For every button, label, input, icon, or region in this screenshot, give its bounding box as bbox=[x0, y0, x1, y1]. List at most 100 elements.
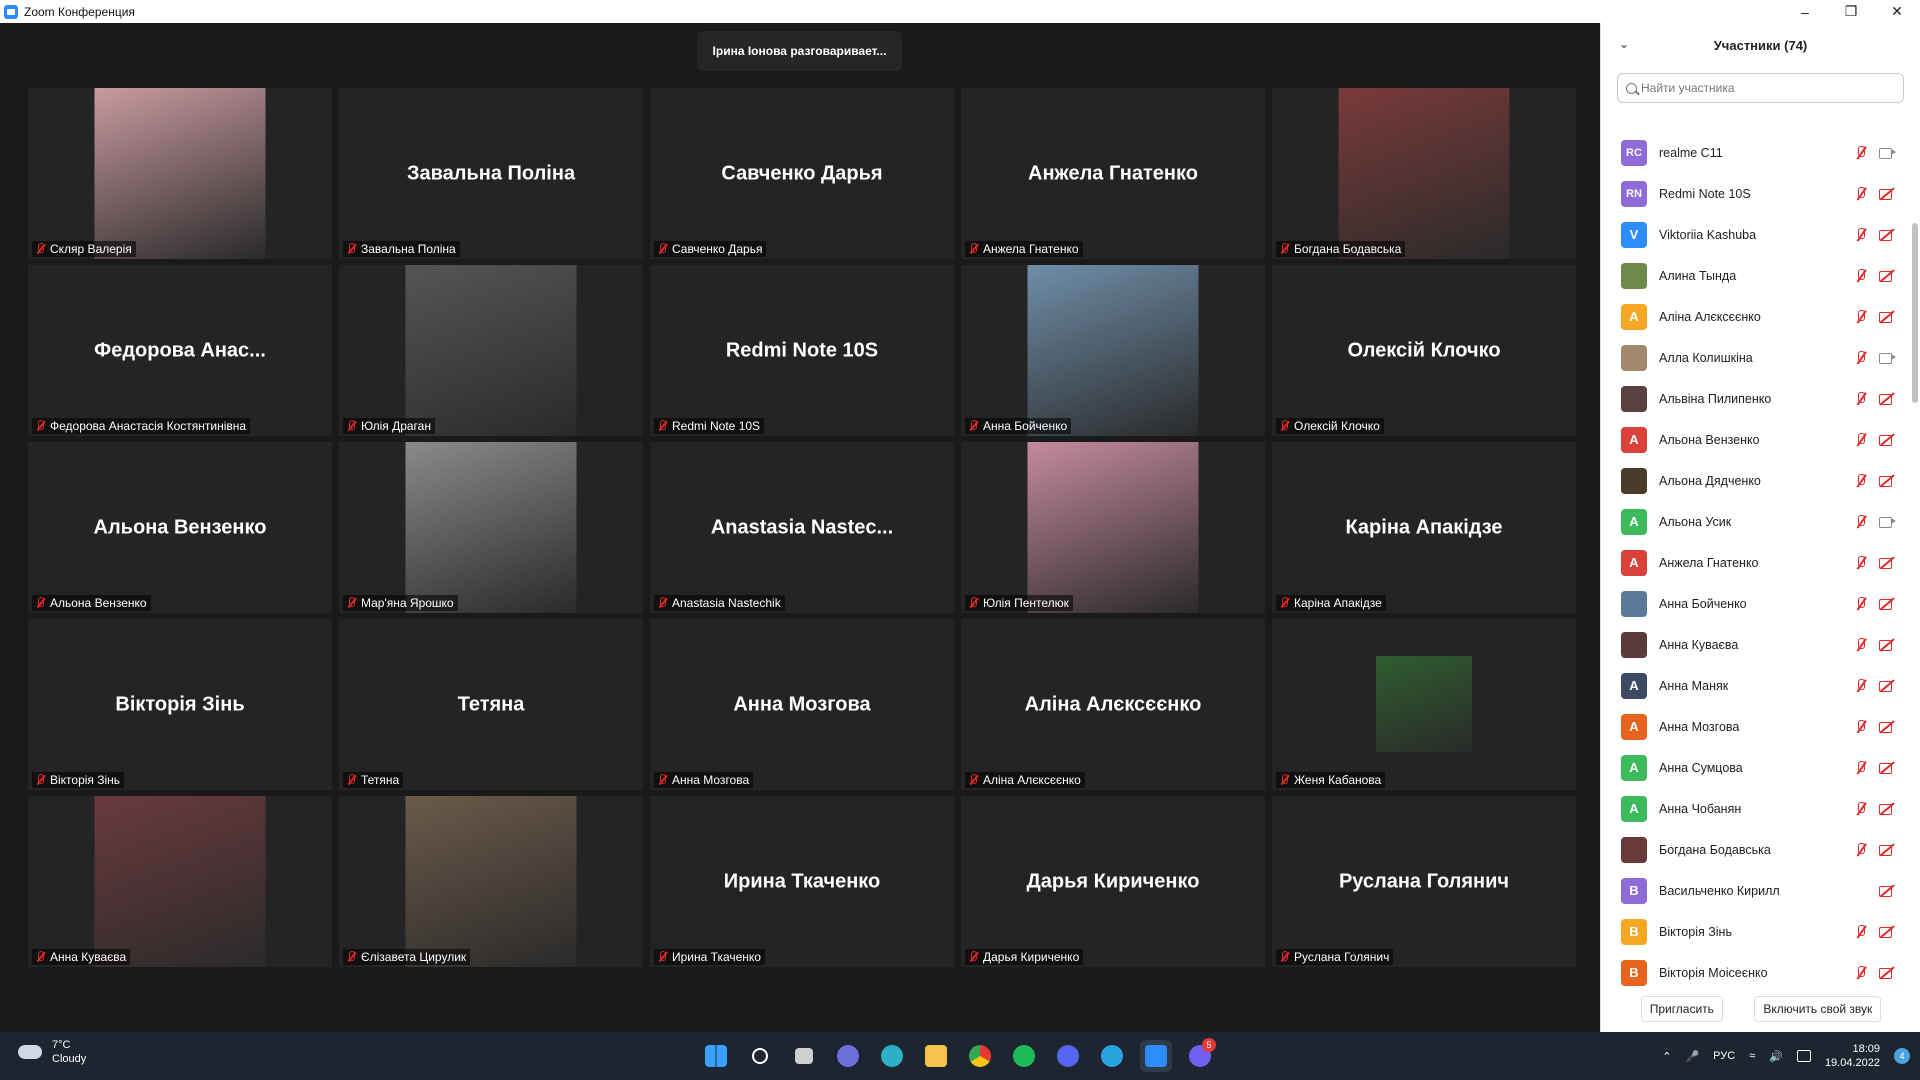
video-tile[interactable]: Завальна Поліна Завальна Поліна bbox=[339, 88, 643, 259]
video-tile[interactable]: Богдана Бодавська bbox=[1272, 88, 1576, 259]
video-tile[interactable]: Тетяна Тетяна bbox=[339, 619, 643, 790]
chrome-icon[interactable] bbox=[964, 1040, 996, 1072]
task-view-icon[interactable] bbox=[788, 1040, 820, 1072]
tile-name-label: Руслана Голянич bbox=[1276, 949, 1394, 965]
video-tile[interactable]: Ирина Ткаченко Ирина Ткаченко bbox=[650, 796, 954, 967]
panel-scrollbar[interactable] bbox=[1912, 223, 1918, 403]
microphone-icon[interactable]: 🎤 bbox=[1685, 1050, 1699, 1063]
video-tile[interactable]: Аліна Алєксєєнко Аліна Алєксєєнко bbox=[961, 619, 1265, 790]
chevron-down-icon[interactable]: ⌄ bbox=[1619, 37, 1629, 51]
participant-row[interactable]: А Анна Маняк bbox=[1601, 665, 1906, 706]
speaker-icon[interactable]: 🔊 bbox=[1769, 1050, 1783, 1063]
telegram-icon[interactable] bbox=[1096, 1040, 1128, 1072]
participant-row[interactable]: В Вікторія Зінь bbox=[1601, 911, 1906, 952]
video-tile[interactable]: Мар'яна Ярошко bbox=[339, 442, 643, 613]
weather-widget[interactable]: 7°C Cloudy bbox=[18, 1038, 86, 1066]
minimize-button[interactable]: – bbox=[1782, 0, 1828, 23]
tile-label-text: Анна Куваєва bbox=[50, 950, 127, 964]
tile-display-name: Ирина Ткаченко bbox=[723, 870, 881, 892]
participant-row[interactable]: RC realme C11 bbox=[1601, 132, 1906, 173]
participant-video bbox=[405, 265, 577, 436]
tile-label-text: Каріна Апакідзе bbox=[1294, 596, 1382, 610]
mic-muted-icon bbox=[1278, 597, 1290, 609]
participant-row[interactable]: А Альона Усик bbox=[1601, 501, 1906, 542]
mic-muted-icon bbox=[34, 597, 46, 609]
avatar: RN bbox=[1621, 180, 1647, 207]
chevron-up-icon[interactable]: ⌃ bbox=[1662, 1050, 1671, 1063]
mic-muted-icon bbox=[656, 597, 668, 609]
tile-label-text: Завальна Поліна bbox=[361, 242, 456, 256]
tile-display-name: Аліна Алєксєєнко bbox=[1024, 693, 1202, 715]
participant-row[interactable]: Анна Бойченко bbox=[1601, 583, 1906, 624]
participant-row[interactable]: А Анна Сумцова bbox=[1601, 747, 1906, 788]
video-tile[interactable]: Каріна Апакідзе Каріна Апакідзе bbox=[1272, 442, 1576, 613]
participant-row[interactable]: А Анна Чобанян bbox=[1601, 788, 1906, 829]
video-tile[interactable]: Дарья Кириченко Дарья Кириченко bbox=[961, 796, 1265, 967]
camera-off-icon bbox=[1878, 842, 1896, 857]
participant-search[interactable] bbox=[1617, 73, 1904, 103]
video-tile[interactable]: Юлія Пентелюк bbox=[961, 442, 1265, 613]
restore-button[interactable]: ❐ bbox=[1828, 0, 1874, 23]
participant-row[interactable]: А Альона Вензенко bbox=[1601, 419, 1906, 460]
video-tile[interactable]: Альона Вензенко Альона Вензенко bbox=[28, 442, 332, 613]
video-tile[interactable]: Анна Мозгова Анна Мозгова bbox=[650, 619, 954, 790]
participant-row[interactable]: А Анжела Гнатенко bbox=[1601, 542, 1906, 583]
viber-icon[interactable]: 5 bbox=[1184, 1038, 1216, 1072]
close-button[interactable]: ✕ bbox=[1874, 0, 1920, 23]
video-tile[interactable]: Скляр Валерія bbox=[28, 88, 332, 259]
participant-row[interactable]: Альвіна Пилипенко bbox=[1601, 378, 1906, 419]
clock[interactable]: 18:09 19.04.2022 bbox=[1825, 1042, 1880, 1070]
taskbar: 7°C Cloudy 5 ⌃ 🎤 РУС ≈ 🔊 18:09 19.04.202… bbox=[0, 1032, 1920, 1080]
mic-muted-icon bbox=[1854, 268, 1868, 283]
participant-row[interactable]: В Васильченко Кирилл bbox=[1601, 870, 1906, 911]
video-tile[interactable]: Женя Кабанова bbox=[1272, 619, 1576, 790]
participant-row[interactable]: V Viktoriia Kashuba bbox=[1601, 214, 1906, 255]
invite-button[interactable]: Пригласить bbox=[1640, 996, 1723, 1022]
video-tile[interactable]: Федорова Анас... Федорова Анастасія Костя… bbox=[28, 265, 332, 436]
start-button[interactable] bbox=[700, 1040, 732, 1072]
participant-name: Анна Мозгова bbox=[1659, 719, 1740, 734]
video-tile[interactable]: Савченко Дарья Савченко Дарья bbox=[650, 88, 954, 259]
video-tile[interactable]: Анжела Гнатенко Анжела Гнатенко bbox=[961, 88, 1265, 259]
tile-label-text: Анна Бойченко bbox=[983, 419, 1068, 433]
participant-row[interactable]: Алина Тында bbox=[1601, 255, 1906, 296]
video-tile[interactable]: Анна Бойченко bbox=[961, 265, 1265, 436]
search-icon[interactable] bbox=[744, 1040, 776, 1072]
participant-row[interactable]: Альона Дядченко bbox=[1601, 460, 1906, 501]
video-tile[interactable]: Юлія Драган bbox=[339, 265, 643, 436]
zoom-taskbar-icon[interactable] bbox=[1140, 1040, 1172, 1072]
participant-row[interactable]: Алла Колишкіна bbox=[1601, 337, 1906, 378]
tile-label-text: Богдана Бодавська bbox=[1294, 242, 1402, 256]
participant-row[interactable]: RN Redmi Note 10S bbox=[1601, 173, 1906, 214]
video-tile[interactable]: Олексій Клочко Олексій Клочко bbox=[1272, 265, 1576, 436]
video-tile[interactable]: Анна Куваєва bbox=[28, 796, 332, 967]
video-tile[interactable]: Єлізавета Цирулик bbox=[339, 796, 643, 967]
edge-icon[interactable] bbox=[876, 1040, 908, 1072]
file-explorer-icon[interactable] bbox=[920, 1040, 952, 1072]
tile-name-label: Олексій Клочко bbox=[1276, 418, 1384, 434]
notification-badge[interactable]: 4 bbox=[1894, 1048, 1910, 1064]
video-tile[interactable]: Anastasia Nastec... Anastasia Nastechik bbox=[650, 442, 954, 613]
participant-row[interactable]: Богдана Бодавська bbox=[1601, 829, 1906, 870]
avatar: А bbox=[1621, 713, 1647, 740]
video-tile[interactable]: Руслана Голянич Руслана Голянич bbox=[1272, 796, 1576, 967]
discord-icon[interactable] bbox=[1052, 1040, 1084, 1072]
battery-icon[interactable] bbox=[1796, 1050, 1811, 1062]
unmute-self-button[interactable]: Включить свой звук bbox=[1754, 996, 1882, 1022]
teams-chat-icon[interactable] bbox=[832, 1040, 864, 1072]
participant-row[interactable]: Анна Куваєва bbox=[1601, 624, 1906, 665]
participant-row[interactable]: А Аліна Алєксєєнко bbox=[1601, 296, 1906, 337]
mic-muted-icon bbox=[1278, 243, 1290, 255]
mic-muted-icon bbox=[345, 774, 357, 786]
language-indicator[interactable]: РУС bbox=[1713, 1050, 1735, 1062]
video-tile[interactable]: Redmi Note 10S Redmi Note 10S bbox=[650, 265, 954, 436]
participant-row[interactable]: А Анна Мозгова bbox=[1601, 706, 1906, 747]
mic-muted-icon bbox=[1854, 391, 1868, 406]
tile-name-label: Аліна Алєксєєнко bbox=[965, 772, 1085, 788]
video-tile[interactable]: Вікторія Зінь Вікторія Зінь bbox=[28, 619, 332, 790]
tile-name-label: Тетяна bbox=[343, 772, 404, 788]
wifi-icon[interactable]: ≈ bbox=[1749, 1050, 1755, 1062]
search-input[interactable] bbox=[1641, 81, 1891, 95]
mic-muted-icon bbox=[1854, 719, 1868, 734]
spotify-icon[interactable] bbox=[1008, 1040, 1040, 1072]
